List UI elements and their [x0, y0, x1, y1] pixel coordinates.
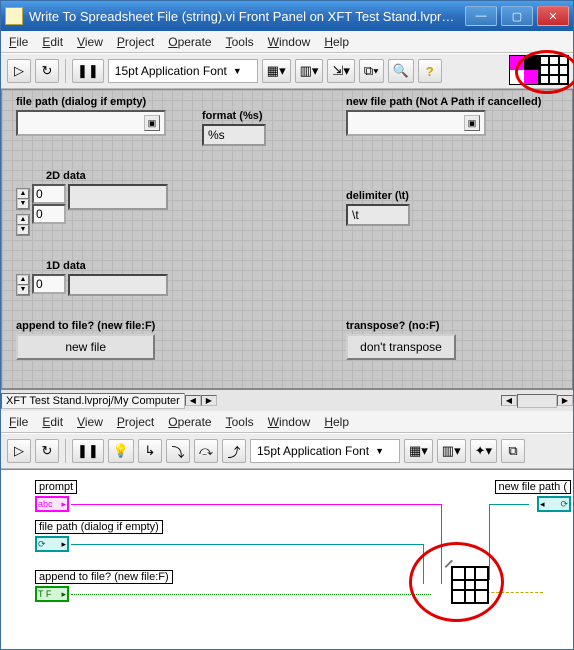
font-selector[interactable]: 15pt Application Font ▼ [108, 59, 258, 83]
wire-path [71, 544, 423, 545]
array-1d-index-spin[interactable]: ▲▼ [16, 274, 30, 296]
menu-view[interactable]: View [77, 415, 103, 429]
subvi-icon[interactable] [451, 566, 489, 604]
status-path: XFT Test Stand.lvproj/My Computer [1, 393, 185, 409]
menu-help[interactable]: Help [324, 415, 349, 429]
delimiter-input[interactable]: \t [346, 204, 410, 226]
wire-prompt [71, 504, 441, 505]
menu-view[interactable]: View [77, 35, 103, 49]
bd-append-label: append to file? (new file:F) [35, 570, 173, 584]
run-button[interactable]: ▷ [7, 59, 31, 83]
chevron-down-icon: ▼ [233, 66, 242, 76]
menu-operate[interactable]: Operate [168, 35, 211, 49]
bd-newfilepath-label: new file path ( [495, 480, 571, 494]
one-d-array[interactable] [68, 274, 168, 296]
one-d-label: 1D data [46, 260, 168, 272]
maximize-button[interactable]: ▢ [501, 6, 533, 26]
browse-icon: ▣ [464, 115, 480, 131]
browse-icon[interactable]: ▣ [144, 115, 160, 131]
history-dropdown[interactable]: ▶ [201, 395, 217, 406]
chevron-down-icon: ▼ [375, 446, 384, 456]
menu-project[interactable]: Project [117, 415, 154, 429]
menu-window[interactable]: Window [268, 415, 311, 429]
step-out-button[interactable]: ⤴ [222, 439, 246, 463]
wire-prompt-v [441, 504, 442, 584]
vi-icon[interactable] [509, 55, 539, 85]
distribute-button[interactable]: ▥▾ [295, 59, 324, 83]
file-path-input[interactable]: ▣ [16, 110, 166, 136]
reorder-button[interactable]: ⧉▾ [359, 59, 384, 83]
connector-pane[interactable] [539, 55, 569, 85]
bd-newfilepath-terminal[interactable]: ◂⟳ [537, 496, 571, 512]
resize-button[interactable]: ⇲▾ [327, 59, 354, 83]
run-continuous-button[interactable]: ↻ [35, 439, 59, 463]
menu-help[interactable]: Help [324, 35, 349, 49]
cleanup-button[interactable]: ✦▾ [470, 439, 497, 463]
menu-operate[interactable]: Operate [168, 415, 211, 429]
array-1d-index[interactable]: 0 [32, 274, 66, 294]
menu-project[interactable]: Project [117, 35, 154, 49]
menu-tools[interactable]: Tools [226, 415, 254, 429]
menu-edit[interactable]: Edit [42, 415, 63, 429]
help-button[interactable]: ? [418, 59, 442, 83]
app-icon [5, 7, 23, 25]
bd-filepath-terminal[interactable]: ⟳▸ [35, 536, 69, 552]
transpose-label: transpose? (no:F) [346, 320, 456, 332]
bd-prompt-label: prompt [35, 480, 77, 494]
new-file-path-label: new file path (Not A Path if cancelled) [346, 96, 541, 108]
menu-file[interactable]: File [9, 35, 28, 49]
highlight-exec-button[interactable]: 💡 [108, 439, 134, 463]
font-label: 15pt Application Font [257, 444, 369, 458]
align-button[interactable]: ▦▾ [404, 439, 433, 463]
window-title: Write To Spreadsheet File (string).vi Fr… [29, 9, 461, 24]
wire-path-v [423, 544, 424, 584]
reorder-button[interactable]: ⧉ [501, 439, 525, 463]
array-index-col[interactable]: 0 [32, 204, 66, 224]
run-continuous-button[interactable]: ↻ [35, 59, 59, 83]
wire-out [489, 504, 529, 505]
bd-prompt-terminal[interactable]: abc▸ [35, 496, 69, 512]
two-d-array[interactable] [68, 184, 168, 210]
transpose-button[interactable]: don't transpose [346, 334, 456, 360]
pause-button[interactable]: ❚❚ [72, 59, 104, 83]
search-button[interactable]: 🔍 [388, 59, 414, 83]
retain-wire-button[interactable]: ↳ [138, 439, 162, 463]
bd-append-terminal[interactable]: T F▸ [35, 586, 69, 602]
align-button[interactable]: ▦▾ [262, 59, 291, 83]
bd-filepath-label: file path (dialog if empty) [35, 520, 163, 534]
scroll-right[interactable]: ▶ [557, 395, 573, 406]
two-d-label: 2D data [46, 170, 168, 182]
font-label: 15pt Application Font [115, 64, 227, 78]
new-file-path-indicator: ▣ [346, 110, 486, 136]
wire-append [71, 594, 431, 595]
file-path-label: file path (dialog if empty) [16, 96, 166, 108]
step-over-button[interactable]: ⤼ [194, 439, 218, 463]
run-button[interactable]: ▷ [7, 439, 31, 463]
font-selector[interactable]: 15pt Application Font ▼ [250, 439, 400, 463]
menu-window[interactable]: Window [268, 35, 311, 49]
history-dropdown[interactable]: ◀ [185, 395, 201, 406]
menu-edit[interactable]: Edit [42, 35, 63, 49]
menu-file[interactable]: File [9, 415, 28, 429]
close-button[interactable]: ✕ [537, 6, 569, 26]
menu-tools[interactable]: Tools [226, 35, 254, 49]
array-row-index[interactable]: ▲▼ [16, 188, 30, 210]
format-label: format (%s) [202, 110, 266, 122]
append-button[interactable]: new file [16, 334, 155, 360]
minimize-button[interactable]: — [465, 6, 497, 26]
wire-out-v [489, 504, 490, 580]
distribute-button[interactable]: ▥▾ [437, 439, 466, 463]
delimiter-label: delimiter (\t) [346, 190, 410, 202]
format-input[interactable]: %s [202, 124, 266, 146]
array-index-row[interactable]: 0 [32, 184, 66, 204]
scroll-left[interactable]: ◀ [501, 395, 517, 406]
append-label: append to file? (new file:F) [16, 320, 155, 332]
pause-button[interactable]: ❚❚ [72, 439, 104, 463]
step-into-button[interactable]: ⤵ [166, 439, 190, 463]
array-col-index[interactable]: ▲▼ [16, 214, 30, 236]
